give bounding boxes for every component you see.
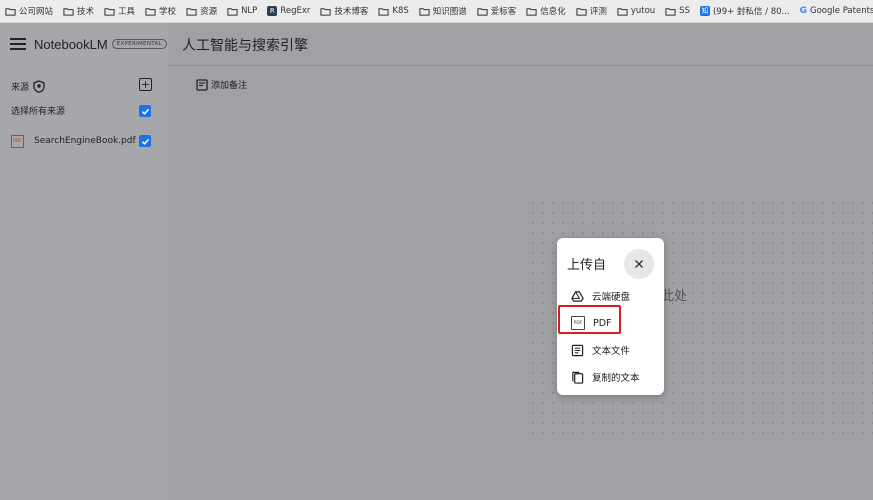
folder-icon <box>526 6 537 17</box>
bookmark-item[interactable]: 爱标客 <box>472 5 522 17</box>
note-icon <box>196 78 208 91</box>
regexr-icon: R <box>267 6 278 16</box>
shield-icon <box>33 79 45 93</box>
select-all-label: 选择所有来源 <box>11 106 66 117</box>
bookmark-item[interactable]: 知 (99+ 封私信 / 80... <box>695 5 795 17</box>
bookmark-item[interactable]: yutou <box>612 6 660 17</box>
bookmarks-bar: 公司网站 技术 工具 学校 资源 NLP R RegExr 技术博客 K8S 知识图谱 爱标客 信息化 评… <box>0 0 873 23</box>
folder-icon <box>320 6 331 17</box>
close-button[interactable] <box>624 249 654 279</box>
drive-icon <box>571 290 584 302</box>
bookmark-item[interactable]: 公司网站 <box>0 5 58 17</box>
option-label: 复制的文本 <box>592 373 640 384</box>
bookmark-label: 学校 <box>159 7 177 17</box>
bookmark-label: 工具 <box>118 7 136 17</box>
bookmark-item[interactable]: 技术 <box>58 5 99 17</box>
close-icon <box>635 260 643 268</box>
source-file-name: SearchEngineBook.pdf <box>34 136 136 146</box>
divider <box>168 65 873 66</box>
bookmark-label: NLP <box>241 6 258 16</box>
zhihu-icon: 知 <box>699 6 710 16</box>
bookmark-item[interactable]: SS <box>660 6 695 17</box>
option-label: 云端硬盘 <box>592 292 631 303</box>
bookmark-item[interactable]: G Google Patents <box>795 6 873 16</box>
bookmark-label: 技术博客 <box>334 7 369 17</box>
folder-icon <box>145 6 156 17</box>
bookmark-label: K8S <box>392 6 409 16</box>
bookmark-label: 信息化 <box>540 7 566 17</box>
option-copied-text[interactable]: 复制的文本 <box>571 368 640 386</box>
sources-heading: 来源 <box>11 77 45 95</box>
bookmark-label: 公司网站 <box>19 7 54 17</box>
bookmark-item[interactable]: 学校 <box>140 5 181 17</box>
folder-icon <box>186 6 197 17</box>
popup-title: 上传自 <box>567 258 607 273</box>
google-icon: G <box>799 6 808 16</box>
bookmark-label: 爱标客 <box>490 7 517 17</box>
bookmark-label: yutou <box>630 6 656 16</box>
bookmark-label: 知识图谱 <box>432 7 467 17</box>
text-file-icon <box>571 344 584 356</box>
add-note-button[interactable]: 添加备注 <box>196 78 247 91</box>
bookmark-label: Google Patents <box>810 6 873 16</box>
app-title: NotebookLM <box>34 36 108 52</box>
folder-icon <box>63 6 74 17</box>
folder-icon <box>227 6 238 17</box>
option-google-drive[interactable]: 云端硬盘 <box>571 287 630 305</box>
folder-icon <box>104 6 115 17</box>
option-text-file[interactable]: 文本文件 <box>571 341 630 359</box>
select-all-row[interactable]: 选择所有来源 <box>11 101 65 119</box>
bookmark-label: SS <box>679 6 690 16</box>
main-panel: 人工智能与搜索引擎 添加备注 <box>168 23 873 500</box>
add-source-button[interactable]: + <box>139 78 152 91</box>
bookmark-label: 资源 <box>200 7 218 17</box>
bookmark-item[interactable]: 技术博客 <box>315 5 373 17</box>
source-item[interactable]: PDF SearchEngineBook.pdf <box>11 132 136 150</box>
folder-icon <box>617 6 628 17</box>
sidebar-header: NotebookLM EXPERIMENTAL <box>0 23 168 65</box>
bookmark-item[interactable]: 知识图谱 <box>414 5 472 17</box>
bookmark-item[interactable]: K8S <box>373 6 413 17</box>
add-note-label: 添加备注 <box>211 81 248 91</box>
folder-icon <box>665 6 676 17</box>
folder-icon <box>419 6 430 17</box>
bookmark-label: (99+ 封私信 / 80... <box>712 7 790 17</box>
sources-label: 来源 <box>11 82 30 93</box>
select-all-checkbox[interactable] <box>139 105 151 117</box>
source-checkbox[interactable] <box>139 135 151 147</box>
checkmark-icon <box>141 138 149 145</box>
folder-icon <box>5 6 16 17</box>
notebook-title: 人工智能与搜索引擎 <box>182 38 308 54</box>
copy-icon <box>572 371 584 384</box>
bookmark-label: 技术 <box>77 7 95 17</box>
bookmark-item[interactable]: R RegExr <box>262 6 315 16</box>
bookmark-label: 评测 <box>589 7 607 17</box>
experimental-badge: EXPERIMENTAL <box>111 39 167 49</box>
option-label: 文本文件 <box>592 346 631 357</box>
bookmark-item[interactable]: 工具 <box>99 5 140 17</box>
pdf-file-icon: PDF <box>11 134 24 148</box>
bookmark-label: RegExr <box>280 6 311 16</box>
bookmark-item[interactable]: NLP <box>222 6 262 17</box>
highlight-box <box>558 305 621 334</box>
checkmark-icon <box>141 108 149 115</box>
menu-icon[interactable] <box>10 38 26 50</box>
folder-icon <box>378 6 389 17</box>
bookmark-item[interactable]: 评测 <box>571 5 612 17</box>
bookmark-item[interactable]: 信息化 <box>521 5 571 17</box>
folder-icon <box>576 6 587 17</box>
folder-icon <box>477 6 488 17</box>
bookmark-item[interactable]: 资源 <box>181 5 222 17</box>
